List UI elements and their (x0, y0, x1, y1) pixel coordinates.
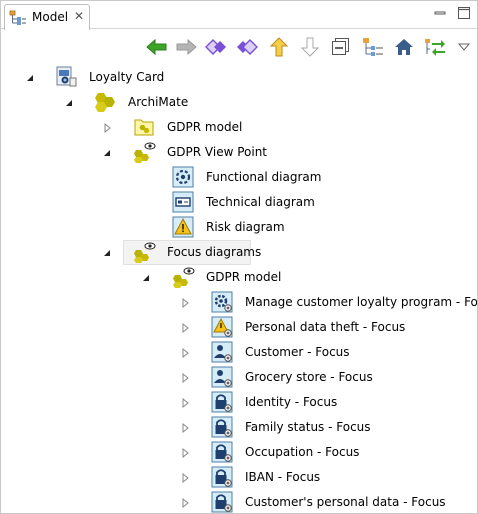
tree-item-label: ArchiMate (128, 95, 189, 109)
package-folder-icon (133, 116, 155, 138)
collapsed-arrow-icon[interactable] (180, 422, 190, 434)
tree-item-label: Personal data theft - Focus (245, 320, 406, 334)
tab-label: Model (32, 10, 69, 24)
collapsed-arrow-icon[interactable] (180, 372, 190, 384)
technical-diagram-icon (172, 191, 194, 213)
functional-diagram-icon (172, 166, 194, 188)
tree-item-label: Loyalty Card (89, 70, 165, 84)
data-lock-focus-icon (211, 416, 233, 438)
tree-item-label: GDPR View Point (167, 145, 268, 159)
collapse-all-icon[interactable] (329, 35, 353, 59)
tree-item-label: Technical diagram (206, 195, 315, 209)
minimize-icon[interactable] (433, 6, 447, 20)
close-icon[interactable]: ✕ (74, 8, 84, 24)
model-project-icon (55, 66, 77, 88)
tree-item-focus[interactable]: Family status - Focus (1, 415, 477, 440)
expanded-arrow-icon[interactable] (25, 72, 35, 82)
tree-item-label: Customer - Focus (245, 345, 350, 359)
tree-item-focus[interactable]: Customer - Focus (1, 340, 477, 365)
tree-item-loyalty-card[interactable]: Loyalty Card (1, 65, 477, 90)
tree-item-gdpr-model-viewpoint[interactable]: GDPR model (1, 265, 477, 290)
actor-focus-icon (211, 366, 233, 388)
collapsed-arrow-icon[interactable] (180, 447, 190, 459)
previous-diamond-icon[interactable] (204, 35, 228, 59)
tree-item-label: GDPR model (167, 120, 243, 134)
tree-item-label: Functional diagram (206, 170, 322, 184)
tree-item-label: Risk diagram (206, 220, 285, 234)
process-focus-icon (211, 291, 233, 313)
tree-item-technical-diagram[interactable]: Technical diagram (1, 190, 477, 215)
expanded-arrow-icon[interactable] (141, 272, 151, 282)
tree-item-focus[interactable]: Personal data theft - Focus (1, 315, 477, 340)
tree-item-label: Manage customer loyalty program - Focus (245, 295, 477, 309)
back-arrow-icon[interactable] (145, 35, 169, 59)
tree-item-gdpr-view-point[interactable]: GDPR View Point (1, 140, 477, 165)
data-lock-focus-icon (211, 441, 233, 463)
tree-item-focus[interactable]: Occupation - Focus (1, 440, 477, 465)
tree-item-label: Identity - Focus (245, 395, 338, 409)
tree-item-label: Occupation - Focus (245, 445, 360, 459)
tree-item-focus[interactable]: Manage customer loyalty program - Focus (1, 290, 477, 315)
forward-arrow-icon[interactable] (174, 35, 198, 59)
tree-item-label: IBAN - Focus (245, 470, 321, 484)
tab-bar: Model ✕ (1, 1, 477, 30)
go-down-icon[interactable] (298, 35, 322, 59)
actor-focus-icon (211, 341, 233, 363)
model-view-panel: Model ✕ Loyalty Card ArchiMate GDPR mode… (0, 0, 478, 514)
tree-item-focus[interactable]: Identity - Focus (1, 390, 477, 415)
tree-item-label: Customer's personal data - Focus (245, 495, 446, 509)
data-lock-focus-icon (211, 466, 233, 488)
archimate-folder-icon (94, 91, 116, 113)
collapsed-arrow-icon[interactable] (180, 472, 190, 484)
tree-item-focus[interactable]: Customer's personal data - Focus (1, 490, 477, 513)
tree-item-label: GDPR model (206, 270, 282, 284)
risk-diagram-icon (172, 216, 194, 238)
next-diamond-icon[interactable] (235, 35, 259, 59)
show-tree-icon[interactable] (361, 35, 385, 59)
expanded-arrow-icon[interactable] (102, 147, 112, 157)
tree-item-archimate[interactable]: ArchiMate (1, 90, 477, 115)
collapsed-arrow-icon[interactable] (102, 122, 112, 134)
collapsed-arrow-icon[interactable] (180, 497, 190, 509)
maximize-icon[interactable] (457, 6, 471, 20)
collapsed-arrow-icon[interactable] (180, 397, 190, 409)
tree-item-label: Focus diagrams (167, 245, 262, 259)
data-lock-focus-icon (211, 391, 233, 413)
home-icon[interactable] (392, 35, 416, 59)
expanded-arrow-icon[interactable] (102, 247, 112, 257)
collapsed-arrow-icon[interactable] (180, 347, 190, 359)
data-lock-focus-icon (211, 491, 233, 513)
collapsed-arrow-icon[interactable] (180, 297, 190, 309)
collapsed-arrow-icon[interactable] (180, 322, 190, 334)
view-menu-icon[interactable] (456, 35, 472, 59)
expanded-arrow-icon[interactable] (64, 97, 74, 107)
tree-item-label: Grocery store - Focus (245, 370, 373, 384)
tree-item-focus[interactable]: IBAN - Focus (1, 465, 477, 490)
go-up-icon[interactable] (267, 35, 291, 59)
viewpoint-icon (133, 241, 156, 263)
tree-item-label: Family status - Focus (245, 420, 371, 434)
tree-item-risk-diagram[interactable]: Risk diagram (1, 215, 477, 240)
tree-item-focus-diagrams[interactable]: Focus diagrams (1, 240, 477, 265)
risk-focus-icon (211, 316, 233, 338)
sync-icon[interactable] (423, 35, 447, 59)
tree-item-gdpr-model-folder[interactable]: GDPR model (1, 115, 477, 140)
model-tree-icon (9, 10, 27, 26)
toolbar (1, 31, 477, 63)
model-tree[interactable]: Loyalty Card ArchiMate GDPR model GDPR V… (1, 63, 477, 513)
viewpoint-icon (133, 141, 156, 163)
tree-item-focus[interactable]: Grocery store - Focus (1, 365, 477, 390)
viewpoint-icon (172, 266, 195, 288)
tab-model[interactable]: Model ✕ (4, 4, 90, 30)
tree-item-functional-diagram[interactable]: Functional diagram (1, 165, 477, 190)
